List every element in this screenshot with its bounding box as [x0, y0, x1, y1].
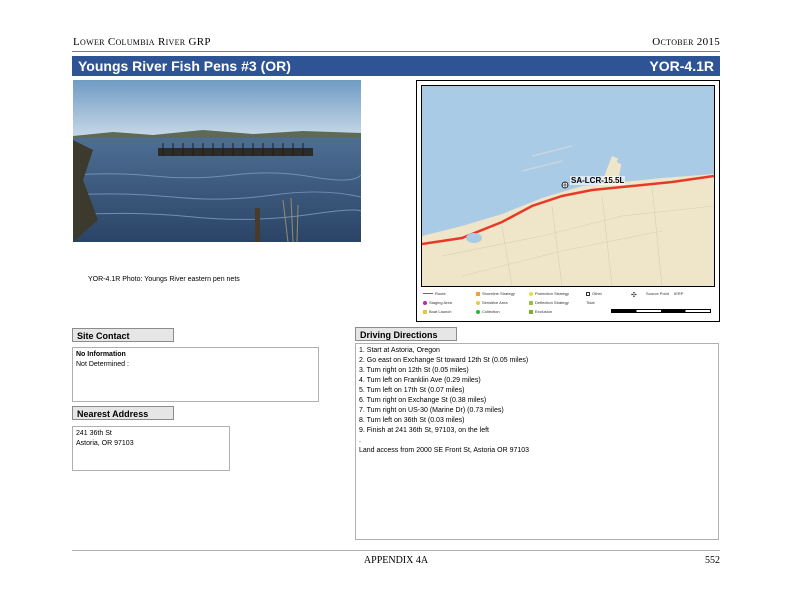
site-code: YOR-4.1R [649, 58, 714, 74]
header-left: Lower Columbia River GRP [73, 36, 211, 48]
direction-step: 5. Turn left on 17th St (0.07 miles) [359, 387, 465, 394]
legend-deflection: Deflection Strategy [529, 300, 569, 305]
direction-step: 4. Turn left on Franklin Ave (0.29 miles… [359, 377, 481, 384]
address-line1: 241 36th St [76, 430, 112, 437]
map-legend: Route Staging Area Boat Launch Shoreline… [421, 289, 713, 317]
title-bar: Youngs River Fish Pens #3 (OR) YOR-4.1R [72, 56, 720, 76]
header-right: October 2015 [652, 36, 720, 48]
legend-exclusion: Exclusion [529, 309, 552, 314]
legend-other: Other [586, 291, 602, 296]
land-access-note: Land access from 2000 SE Front St, Astor… [359, 447, 530, 454]
north-arrow-icon: ✣ [631, 292, 637, 299]
photo-caption: YOR-4.1R Photo: Youngs River eastern pen… [88, 276, 240, 283]
legend-tidal: Tidal [586, 300, 595, 305]
direction-step: 2. Go east on Exchange St toward 12th St… [359, 357, 529, 364]
legend-source: Source Point IERP [646, 291, 684, 296]
address-line2: Astoria, OR 97103 [76, 440, 134, 447]
driving-directions-label: Driving Directions [355, 327, 457, 341]
map-canvas: SA-LCR-15.5L [421, 85, 715, 287]
direction-step: . [359, 437, 361, 444]
legend-route: Route [423, 291, 446, 296]
footer-rule [72, 550, 720, 551]
location-map: SA-LCR-15.5L Route Staging Area Boat Lau… [416, 80, 720, 322]
legend-staging: Staging Area [423, 300, 452, 305]
legend-collection: Collection [476, 309, 500, 314]
scale-bar [611, 309, 711, 313]
page-number: 552 [705, 555, 720, 566]
direction-step: 8. Turn left on 36th St (0.03 miles) [359, 417, 465, 424]
header-rule [72, 51, 720, 52]
legend-protection: Protection Strategy [529, 291, 569, 296]
site-contact-line2: Not Determined : [76, 361, 129, 368]
site-photo [73, 80, 361, 242]
direction-step: 9. Finish at 241 36th St, 97103, on the … [359, 427, 489, 434]
footer-appendix: APPENDIX 4A [363, 555, 429, 566]
legend-sensitive: Sensitive Area [476, 300, 508, 305]
direction-step: 1. Start at Astoria, Oregon [359, 347, 440, 354]
nearest-address-box: 241 36th St Astoria, OR 97103 [72, 426, 230, 471]
direction-step: 7. Turn right on US-30 (Marine Dr) (0.73… [359, 407, 504, 414]
map-site-label: SA-LCR-15.5L [570, 176, 626, 185]
legend-boat-launch: Boat Launch [423, 309, 451, 314]
legend-shoreline: Shoreline Strategy [476, 291, 515, 296]
nearest-address-label: Nearest Address [72, 406, 174, 420]
direction-step: 6. Turn right on Exchange St (0.38 miles… [359, 397, 487, 404]
site-title: Youngs River Fish Pens #3 (OR) [78, 58, 291, 74]
site-contact-label: Site Contact [72, 328, 174, 342]
site-contact-box: No Information Not Determined : [72, 347, 319, 402]
site-contact-line1: No Information [76, 351, 126, 358]
driving-directions-box: 1. Start at Astoria, Oregon 2. Go east o… [355, 343, 719, 540]
direction-step: 3. Turn right on 12th St (0.05 miles) [359, 367, 469, 374]
